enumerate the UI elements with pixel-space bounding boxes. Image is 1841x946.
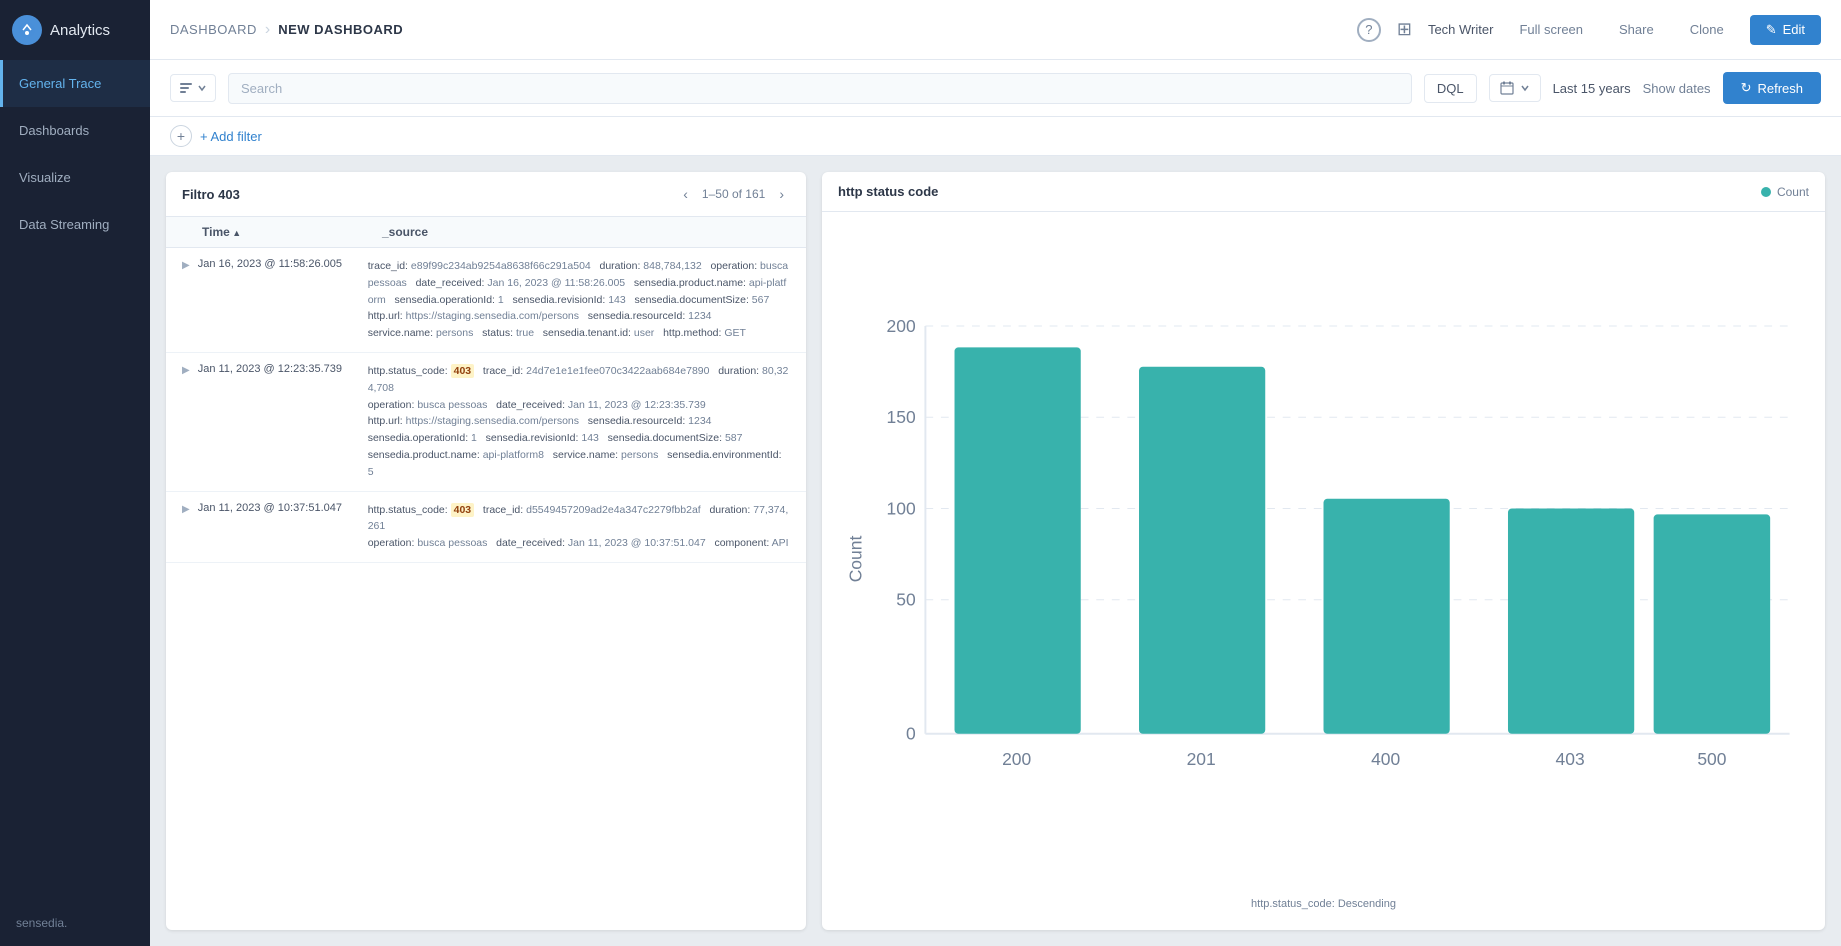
fullscreen-button[interactable]: Full screen xyxy=(1509,16,1593,43)
filter-type-button[interactable] xyxy=(170,74,216,102)
breadcrumb-parent: DASHBOARD xyxy=(170,22,257,37)
svg-text:0: 0 xyxy=(906,724,916,744)
bar-403[interactable] xyxy=(1508,509,1634,734)
sidebar-item-visualize[interactable]: Visualize xyxy=(0,154,150,201)
share-button[interactable]: Share xyxy=(1609,16,1664,43)
svg-text:50: 50 xyxy=(896,590,916,610)
sidebar-nav: General Trace Dashboards Visualize Data … xyxy=(0,60,150,900)
table-row[interactable]: ▶ Jan 11, 2023 @ 10:37:51.047 http.statu… xyxy=(166,492,806,563)
table-row[interactable]: ▶ Jan 16, 2023 @ 11:58:26.005 trace_id: … xyxy=(166,248,806,353)
edit-button[interactable]: ✎ Edit xyxy=(1750,15,1821,45)
refresh-button[interactable]: ↻ Refresh xyxy=(1723,72,1821,104)
svg-text:200: 200 xyxy=(887,316,916,336)
prev-page-button[interactable]: ‹ xyxy=(677,184,694,204)
svg-text:201: 201 xyxy=(1187,749,1216,769)
row-time: Jan 16, 2023 @ 11:58:26.005 xyxy=(198,258,368,270)
user-name: Tech Writer xyxy=(1428,22,1494,37)
row-time: Jan 11, 2023 @ 10:37:51.047 xyxy=(198,502,368,514)
sidebar: Analytics General Trace Dashboards Visua… xyxy=(0,0,150,946)
svg-text:400: 400 xyxy=(1371,749,1400,769)
sidebar-item-dashboards[interactable]: Dashboards xyxy=(0,107,150,154)
clone-button[interactable]: Clone xyxy=(1680,16,1734,43)
col-source-header[interactable]: _source xyxy=(382,225,790,239)
sidebar-item-general-trace[interactable]: General Trace xyxy=(0,60,150,107)
chart-footer: http.status_code: Descending xyxy=(838,890,1809,914)
breadcrumb-separator: › xyxy=(265,21,270,39)
panel-header: Filtro 403 ‹ 1–50 of 161 › xyxy=(166,172,806,217)
main-area: DASHBOARD › NEW DASHBOARD ? ⊞ Tech Write… xyxy=(150,0,1841,946)
sensedia-logo: sensedia. xyxy=(16,916,67,930)
app-title: Analytics xyxy=(50,22,110,39)
legend-label: Count xyxy=(1777,185,1809,199)
table-header: Time _source xyxy=(166,217,806,248)
table-body: ▶ Jan 16, 2023 @ 11:58:26.005 trace_id: … xyxy=(166,248,806,930)
grid-icon[interactable]: ⊞ xyxy=(1397,19,1412,40)
svg-text:100: 100 xyxy=(887,498,916,518)
bar-201[interactable] xyxy=(1139,367,1265,734)
chart-title: http status code xyxy=(838,184,938,199)
chart-legend: Count xyxy=(1761,185,1809,199)
row-time: Jan 11, 2023 @ 12:23:35.739 xyxy=(198,363,368,375)
topbar: DASHBOARD › NEW DASHBOARD ? ⊞ Tech Write… xyxy=(150,0,1841,60)
svg-text:Count: Count xyxy=(845,536,865,583)
help-icon[interactable]: ? xyxy=(1357,18,1381,42)
add-filter-bar: + + Add filter xyxy=(150,117,1841,156)
chart-canvas: Count 200 150 100 50 0 xyxy=(838,228,1809,890)
dql-button[interactable]: DQL xyxy=(1424,74,1477,103)
svg-text:403: 403 xyxy=(1556,749,1585,769)
bar-chart-svg: Count 200 150 100 50 0 xyxy=(838,228,1809,890)
filter-bar: Search DQL Last 15 years Show dates ↻ Re… xyxy=(150,60,1841,117)
panel-title: Filtro 403 xyxy=(182,187,240,202)
chart-panel: http status code Count Count xyxy=(822,172,1825,930)
chart-header: http status code Count xyxy=(822,172,1825,212)
edit-icon: ✎ xyxy=(1766,22,1777,38)
sidebar-logo: Analytics xyxy=(0,0,150,60)
time-range-label: Last 15 years xyxy=(1553,81,1631,96)
pagination-info: 1–50 of 161 xyxy=(702,187,765,201)
content-area: Filtro 403 ‹ 1–50 of 161 › Time _source … xyxy=(150,156,1841,946)
svg-text:150: 150 xyxy=(887,407,916,427)
calendar-icon xyxy=(1500,81,1514,95)
next-page-button[interactable]: › xyxy=(773,184,790,204)
row-expand-icon[interactable]: ▶ xyxy=(182,365,190,376)
calendar-chevron-icon xyxy=(1520,83,1530,93)
list-icon xyxy=(179,81,193,95)
bar-400[interactable] xyxy=(1324,499,1450,734)
search-input[interactable]: Search xyxy=(228,73,1412,104)
chevron-down-icon xyxy=(197,83,207,93)
add-filter-circle-icon[interactable]: + xyxy=(170,125,192,147)
row-source: trace_id: e89f99c234ab9254a8638f66c291a5… xyxy=(368,258,790,342)
row-source: http.status_code: 403 trace_id: d5549457… xyxy=(368,502,790,552)
row-expand-icon[interactable]: ▶ xyxy=(182,504,190,515)
legend-dot xyxy=(1761,187,1771,197)
show-dates-button[interactable]: Show dates xyxy=(1643,81,1711,96)
breadcrumb: DASHBOARD › NEW DASHBOARD xyxy=(170,21,403,39)
calendar-button[interactable] xyxy=(1489,74,1541,102)
add-filter-link[interactable]: + Add filter xyxy=(200,129,262,144)
table-row[interactable]: ▶ Jan 11, 2023 @ 12:23:35.739 http.statu… xyxy=(166,353,806,492)
sidebar-item-data-streaming[interactable]: Data Streaming xyxy=(0,201,150,248)
row-source: http.status_code: 403 trace_id: 24d7e1e1… xyxy=(368,363,790,481)
svg-text:200: 200 xyxy=(1002,749,1031,769)
row-expand-icon[interactable]: ▶ xyxy=(182,260,190,271)
col-time-header[interactable]: Time xyxy=(202,225,382,239)
sidebar-footer: sensedia. xyxy=(0,900,150,946)
breadcrumb-current: NEW DASHBOARD xyxy=(278,22,403,37)
bar-200[interactable] xyxy=(955,347,1081,733)
chart-area: Count 200 150 100 50 0 xyxy=(822,212,1825,930)
svg-text:500: 500 xyxy=(1697,749,1726,769)
logo-icon xyxy=(12,15,42,45)
pagination: ‹ 1–50 of 161 › xyxy=(677,184,790,204)
bar-500[interactable] xyxy=(1654,514,1771,733)
refresh-icon: ↻ xyxy=(1741,80,1752,96)
topbar-actions: ? ⊞ Tech Writer Full screen Share Clone … xyxy=(1357,15,1821,45)
table-panel: Filtro 403 ‹ 1–50 of 161 › Time _source … xyxy=(166,172,806,930)
